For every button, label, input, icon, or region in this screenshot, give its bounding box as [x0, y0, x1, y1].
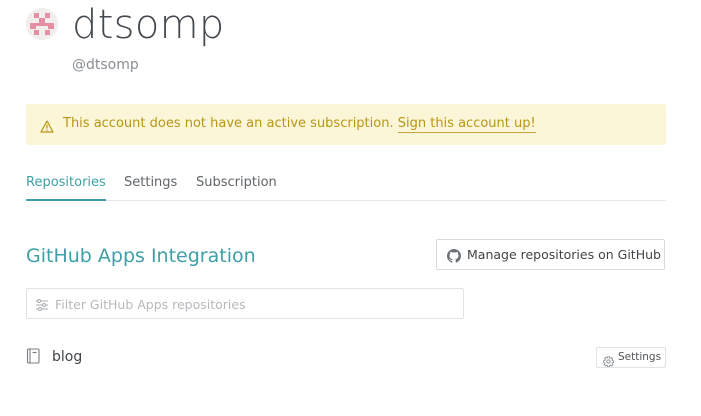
warning-triangle-icon [40, 118, 54, 137]
avatar [26, 8, 58, 40]
list-item: blog Settings [26, 344, 666, 370]
sign-up-link[interactable]: Sign this account up! [397, 116, 536, 133]
section-title: GitHub Apps Integration [26, 245, 256, 267]
github-icon [447, 248, 461, 267]
banner-text: This account does not have an active sub… [63, 115, 536, 133]
tab-subscription[interactable]: Subscription [196, 174, 277, 192]
repository-settings-label: Settings [618, 351, 662, 363]
manage-repositories-button[interactable]: Manage repositories on GitHub [436, 239, 665, 270]
tab-repositories[interactable]: Repositories [26, 174, 106, 201]
repository-filter [26, 288, 464, 319]
filter-sliders-icon [35, 297, 49, 316]
manage-repositories-label: Manage repositories on GitHub [467, 247, 661, 262]
tab-settings[interactable]: Settings [124, 174, 177, 192]
subscription-warning-banner: This account does not have an active sub… [26, 104, 666, 145]
repository-settings-button[interactable]: Settings [596, 347, 666, 368]
repository-filter-input[interactable] [55, 294, 455, 314]
repository-name[interactable]: blog [52, 347, 82, 367]
gear-icon [603, 352, 615, 371]
profile-tabs: Repositories Settings Subscription [26, 172, 666, 201]
profile-handle: @dtsomp [72, 57, 139, 73]
banner-message: This account does not have an active sub… [63, 116, 394, 131]
repository-book-icon [26, 348, 41, 369]
account-page: dtsomp @dtsomp This account does not hav… [0, 0, 701, 416]
profile-name: dtsomp [72, 2, 225, 48]
